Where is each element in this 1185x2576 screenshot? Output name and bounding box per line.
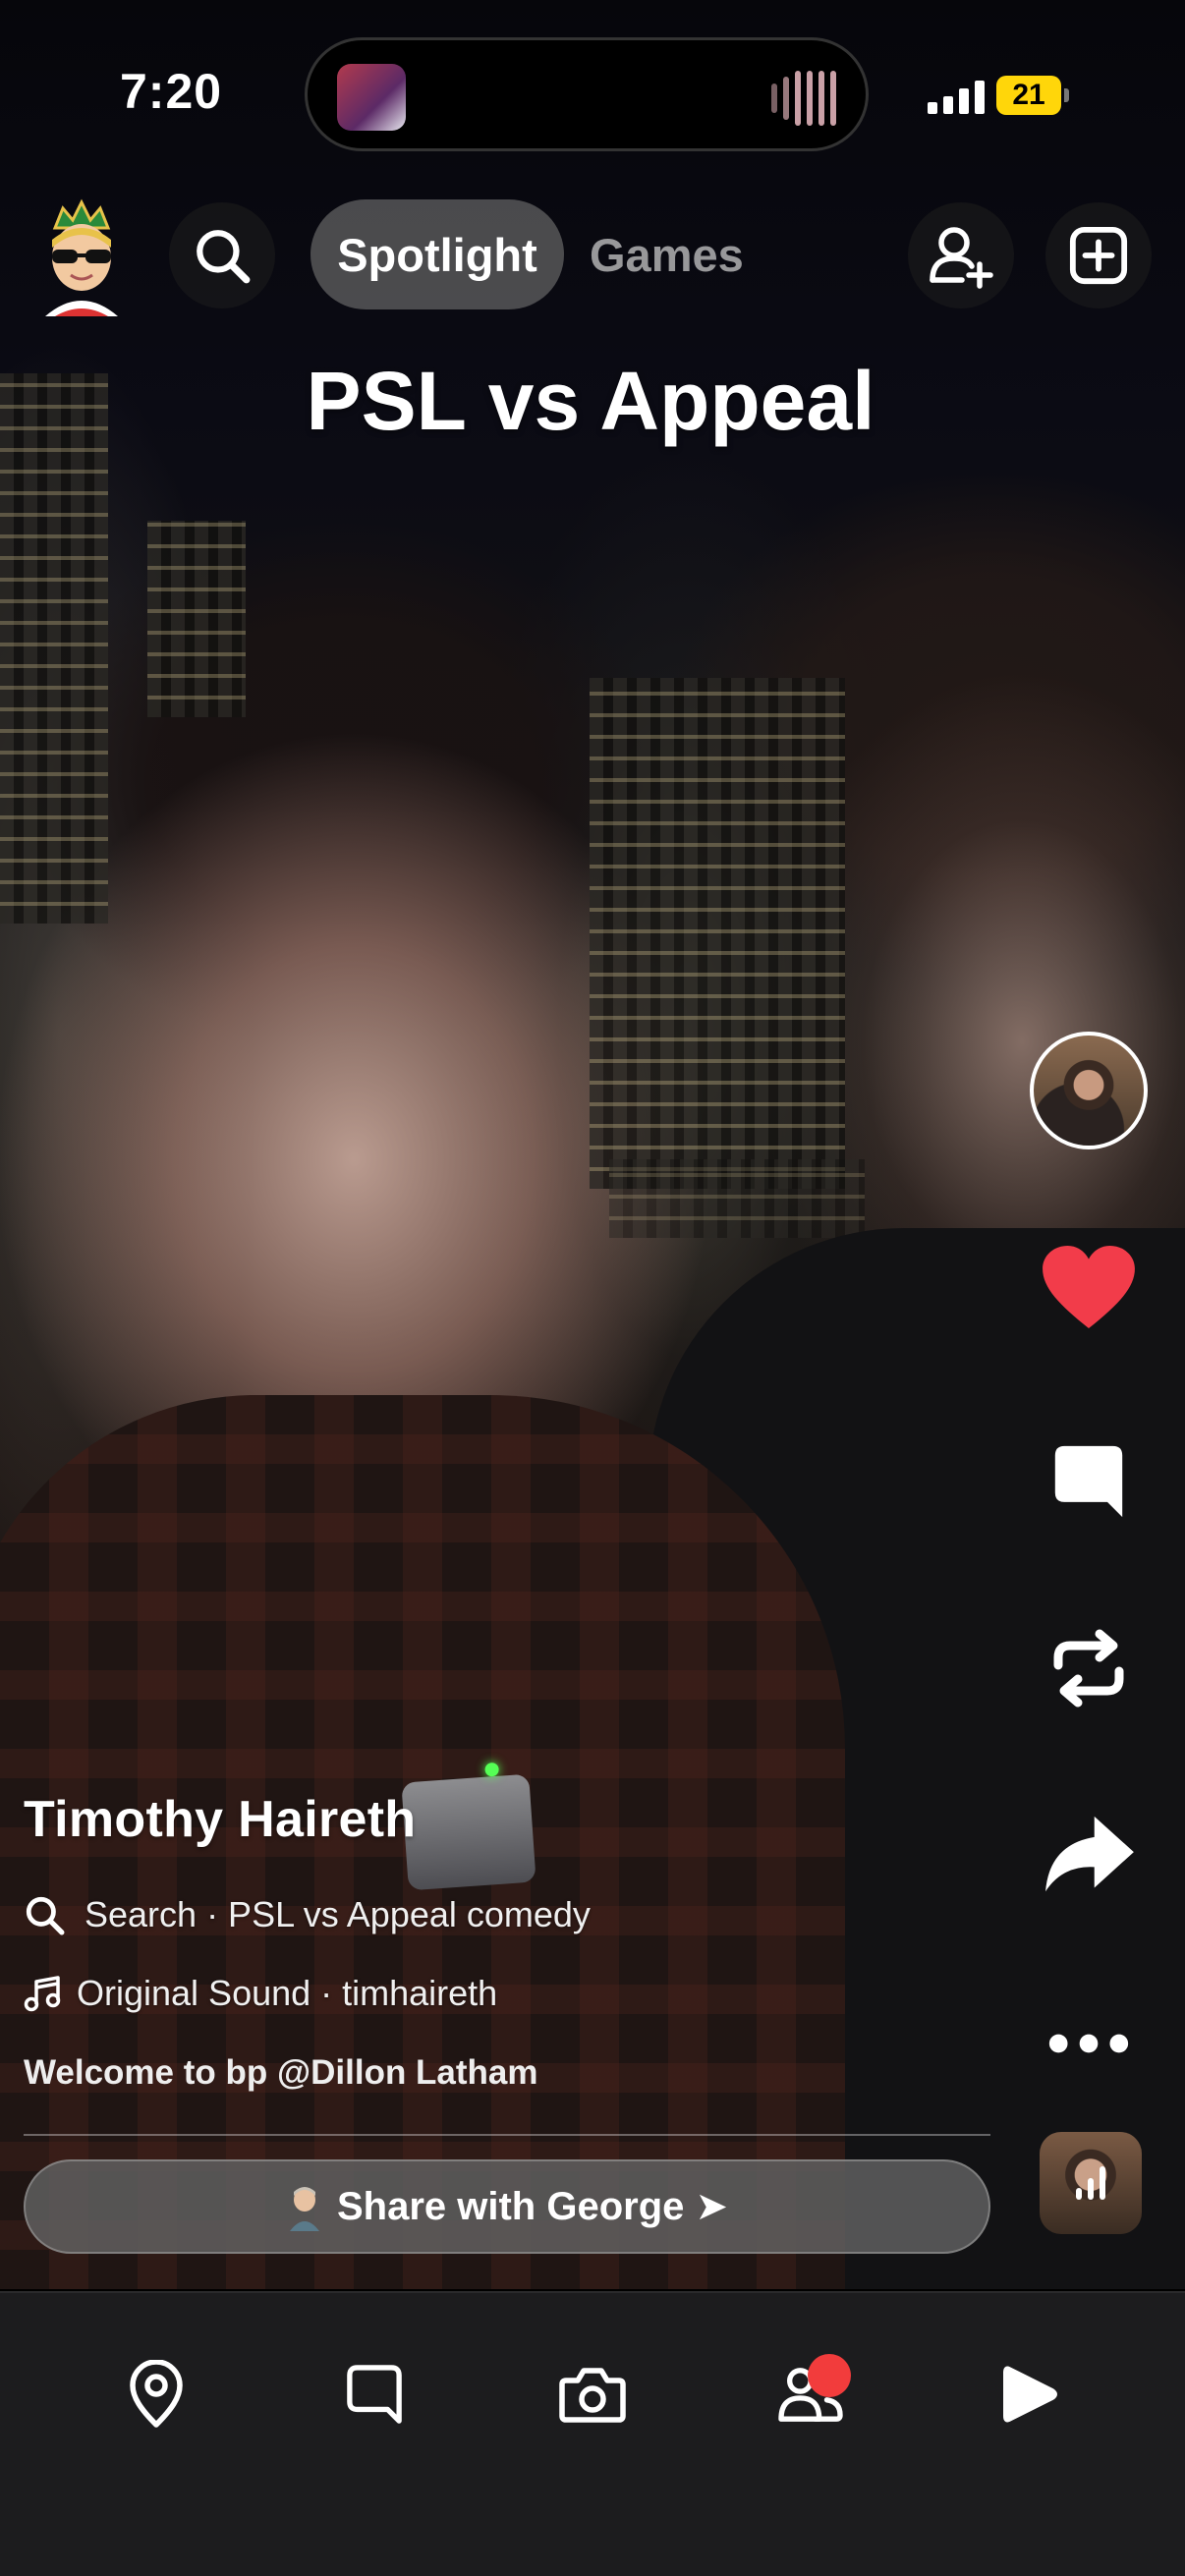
tab-spotlight-play[interactable] (975, 2340, 1083, 2448)
remix-icon (1053, 1629, 1124, 1708)
tab-map[interactable] (102, 2340, 210, 2448)
heart-icon (1043, 1245, 1135, 1329)
bitmoji-avatar-icon[interactable] (35, 198, 128, 316)
more-options-button[interactable] (1032, 1987, 1146, 2100)
add-friend-icon (930, 227, 993, 289)
creator-avatar[interactable] (1030, 1032, 1148, 1149)
play-icon (1003, 2366, 1057, 2423)
share-button[interactable] (1032, 1798, 1146, 1912)
video-overlay-text-value: PSL vs Appeal (306, 355, 875, 447)
remix-button[interactable] (1032, 1611, 1146, 1725)
more-icon (1048, 2034, 1129, 2053)
sound-label: Original Sound · timhaireth (77, 1973, 498, 2013)
search-suggestion-text: Search · PSL vs Appeal comedy (85, 1894, 591, 1934)
status-bar: 7:20 21 (0, 0, 1185, 187)
status-time: 7:20 (120, 64, 223, 119)
new-post-button[interactable] (1045, 202, 1152, 308)
battery-indicator: 21 (996, 76, 1069, 115)
cellular-signal-icon (928, 79, 987, 114)
battery-level: 21 (1012, 79, 1045, 111)
tab-spotlight[interactable]: Spotlight (310, 199, 564, 309)
search-suggestion[interactable]: Search · PSL vs Appeal comedy (24, 1894, 591, 1935)
search-button[interactable] (169, 202, 275, 308)
audio-waveform-icon (771, 70, 836, 127)
share-button-label: Share with George ➤ (336, 2185, 729, 2228)
plus-square-icon (1069, 226, 1128, 285)
friend-avatar-icon (289, 2187, 319, 2231)
share-arrow-icon (1045, 1816, 1134, 1892)
bottom-tab-bar (0, 2291, 1185, 2576)
background-building (147, 521, 246, 717)
video-overlay-text: PSL vs Appeal (0, 354, 1185, 449)
lapel-mic (401, 1773, 536, 1891)
caption-divider (24, 2134, 990, 2136)
background-building (609, 1159, 865, 1238)
add-friend-button[interactable] (908, 202, 1014, 308)
top-navigation: Spotlight Games (0, 196, 1185, 316)
share-with-george-button[interactable]: Share with George ➤ (24, 2159, 990, 2254)
sound-bars-icon (1076, 2166, 1105, 2200)
tab-stories[interactable] (757, 2340, 865, 2448)
background-building (0, 373, 108, 924)
camera-icon (559, 2368, 626, 2423)
chat-icon (347, 2365, 402, 2424)
notification-badge (808, 2354, 851, 2397)
music-note-icon (24, 1976, 61, 2012)
background-building (590, 678, 845, 1189)
search-icon (26, 1896, 65, 1935)
tab-games[interactable]: Games (590, 199, 744, 309)
like-button[interactable] (1032, 1230, 1146, 1344)
comment-icon (1054, 1445, 1123, 1518)
dynamic-island[interactable] (305, 37, 869, 151)
tab-camera[interactable] (538, 2340, 647, 2448)
search-icon (197, 230, 251, 284)
creator-name[interactable]: Timothy Haireth (24, 1790, 416, 1849)
map-pin-icon (130, 2360, 183, 2428)
spotlight-video[interactable] (0, 0, 1185, 2289)
now-playing-app-icon (337, 64, 406, 131)
tab-chat[interactable] (320, 2340, 428, 2448)
original-sound[interactable]: Original Sound · timhaireth (24, 1973, 497, 2014)
sound-thumbnail[interactable] (1040, 2132, 1142, 2234)
comment-button[interactable] (1032, 1425, 1146, 1539)
video-description[interactable]: Welcome to bp @Dillon Latham (24, 2053, 538, 2093)
